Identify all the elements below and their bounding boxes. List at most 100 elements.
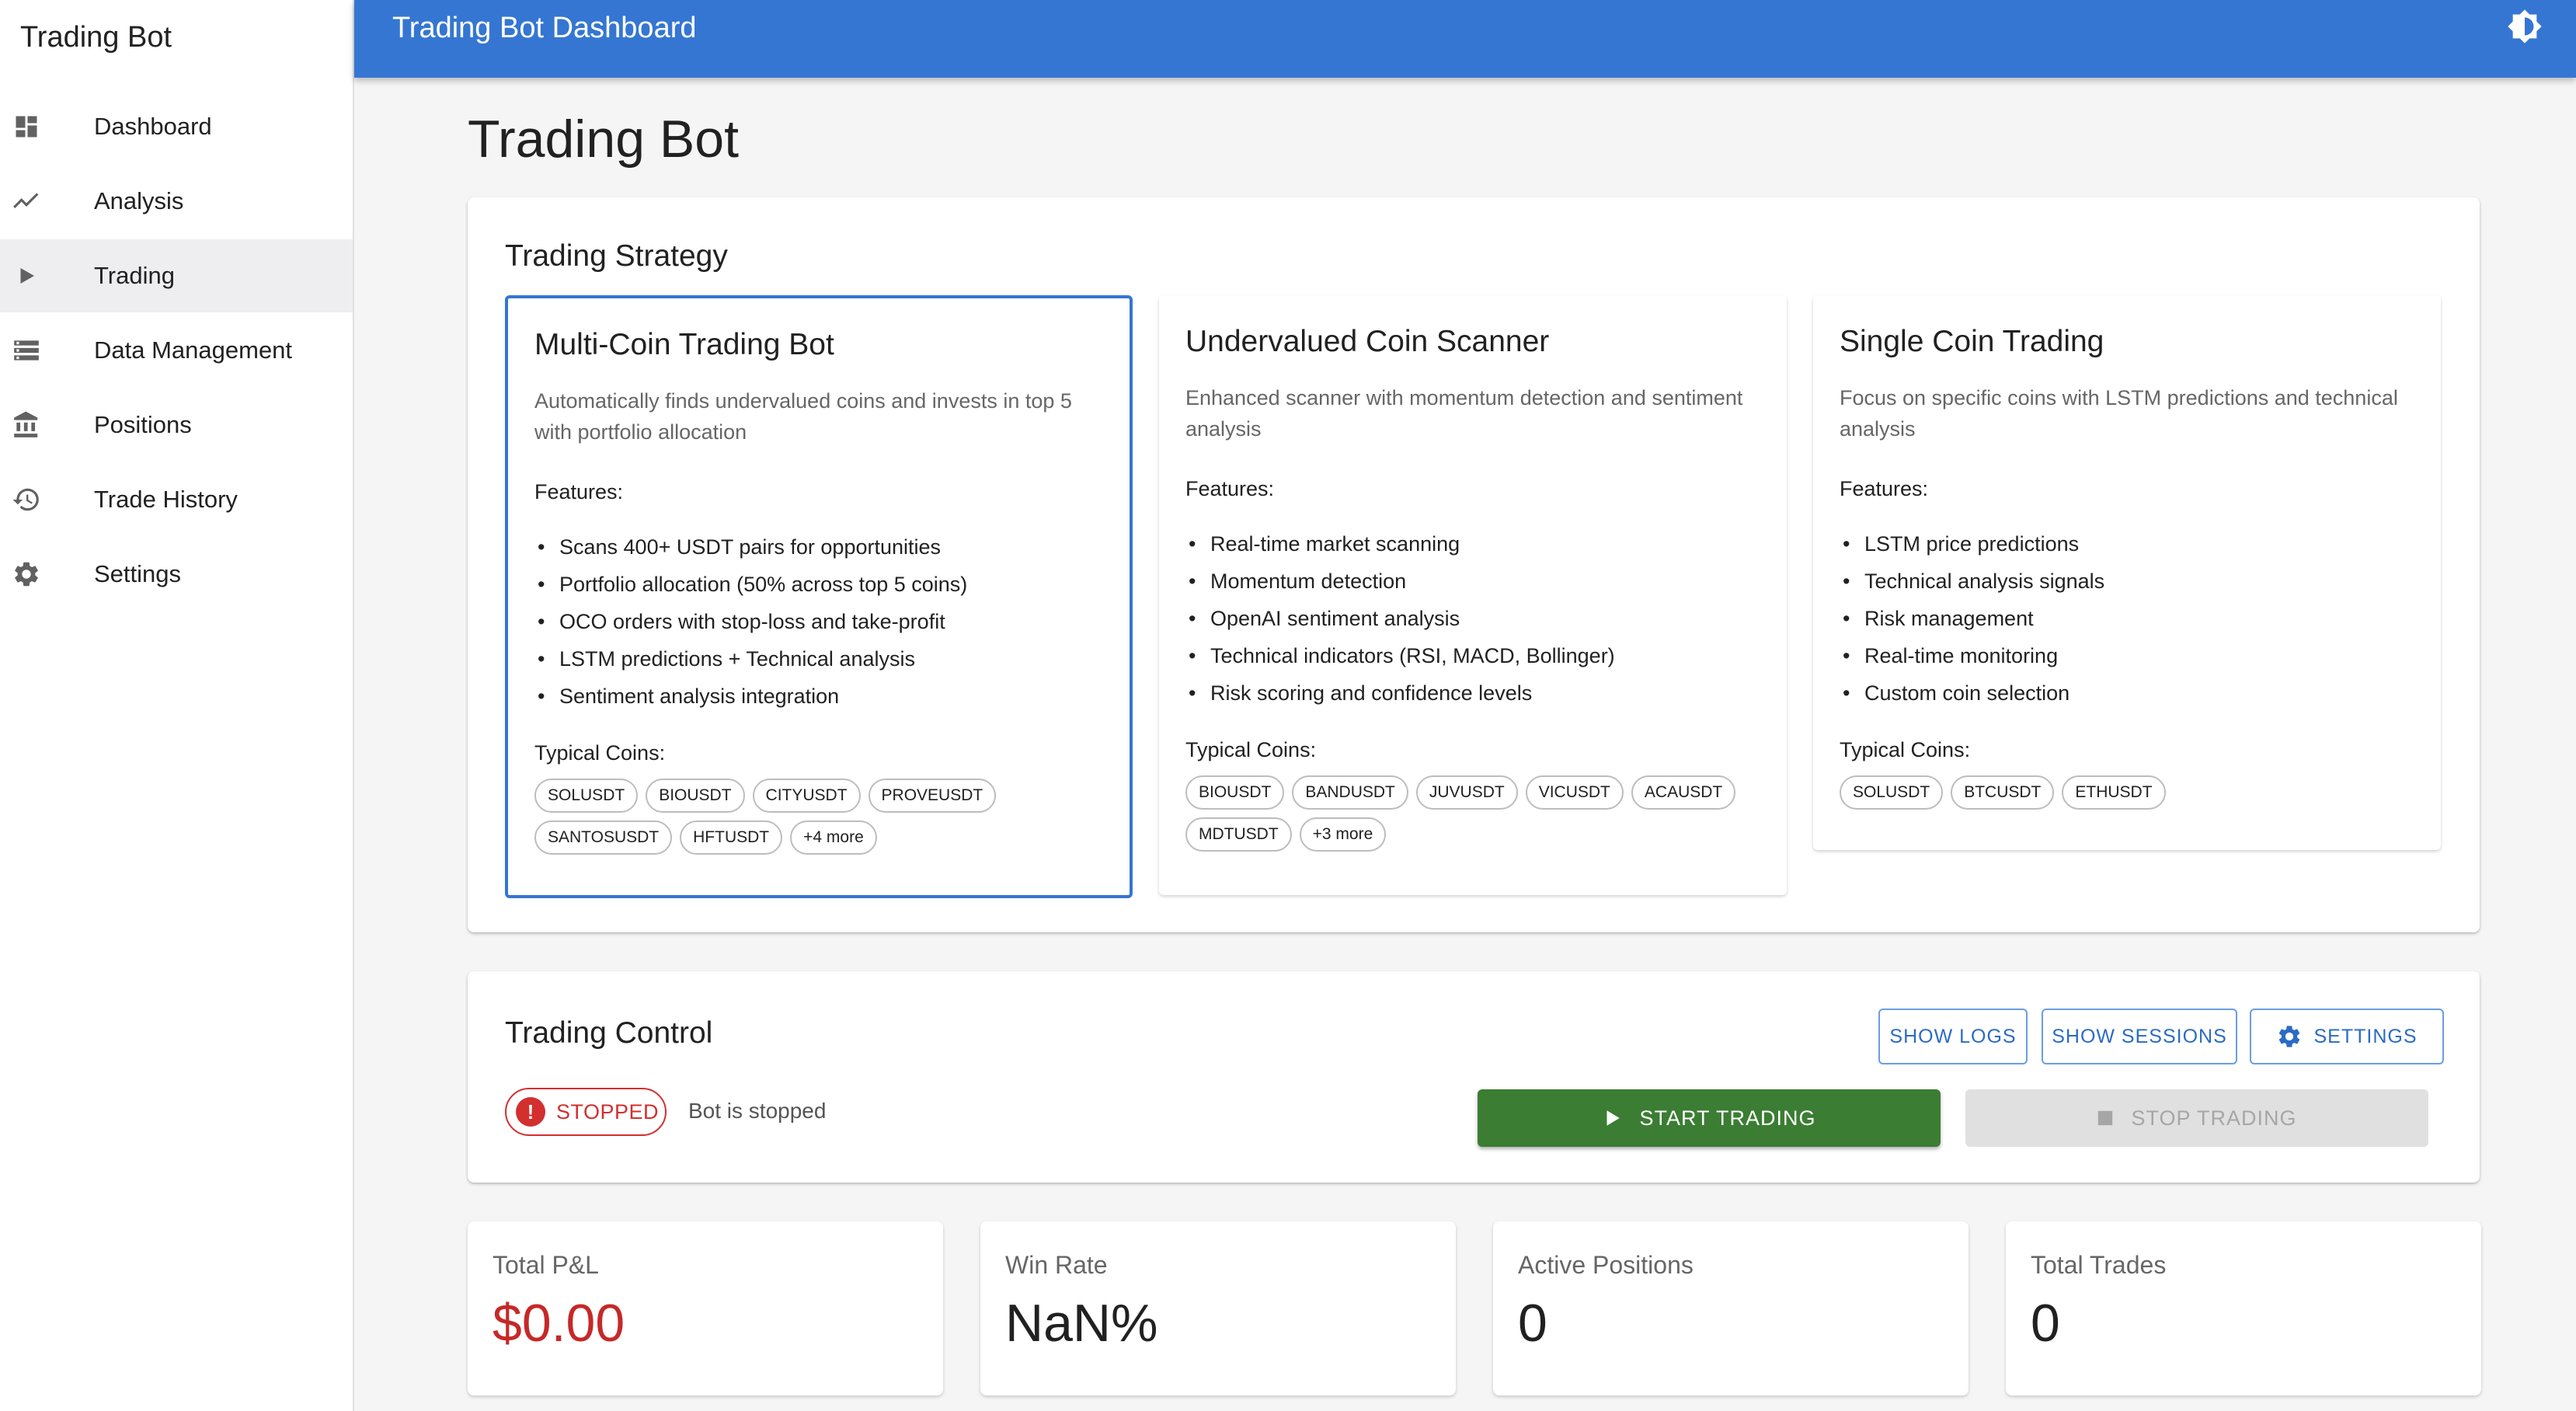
list-item: Sentiment analysis integration bbox=[534, 678, 967, 715]
stat-label: Active Positions bbox=[1518, 1251, 1694, 1279]
gear-icon bbox=[2276, 1023, 2303, 1050]
more-coins-chip[interactable]: +4 more bbox=[790, 820, 877, 855]
coin-chip[interactable]: VICUSDT bbox=[1525, 775, 1624, 810]
trading-control-panel: Trading Control SHOW LOGS SHOW SESSIONS … bbox=[468, 971, 2480, 1183]
strategy-card-multi-coin[interactable]: Multi-Coin Trading Bot Automatically fin… bbox=[505, 295, 1133, 898]
coin-chip[interactable]: SANTOSUSDT bbox=[534, 820, 673, 855]
sidebar-item-settings[interactable]: Settings bbox=[0, 538, 353, 611]
coin-chip-list: SOLUSDT BIOUSDT CITYUSDT PROVEUSDT SANTO… bbox=[534, 779, 1125, 855]
sidebar-item-label: Trade History bbox=[94, 486, 238, 513]
strategy-card-title: Multi-Coin Trading Bot bbox=[534, 328, 834, 361]
app-bar-title: Trading Bot Dashboard bbox=[392, 12, 697, 44]
coin-chip-list: SOLUSDT BTCUSDT ETHUSDT bbox=[1840, 775, 2430, 810]
coins-label: Typical Coins: bbox=[1840, 738, 1971, 761]
settings-button[interactable]: SETTINGS bbox=[2250, 1009, 2444, 1064]
stat-label: Total P&L bbox=[493, 1251, 599, 1279]
coin-chip-list: BIOUSDT BANDUSDT JUVUSDT VICUSDT ACAUSDT… bbox=[1185, 775, 1776, 852]
stop-trading-button[interactable]: STOP TRADING bbox=[1965, 1089, 2428, 1147]
sidebar-item-label: Settings bbox=[94, 560, 182, 587]
stat-card-total-trades: Total Trades 0 bbox=[2006, 1221, 2481, 1395]
sidebar-item-positions[interactable]: Positions bbox=[0, 388, 353, 462]
error-icon: ! bbox=[516, 1097, 545, 1127]
stat-card-active-positions: Active Positions 0 bbox=[1493, 1221, 1969, 1395]
strategy-card-description: Automatically finds undervalued coins an… bbox=[534, 389, 1072, 444]
coin-chip[interactable]: SOLUSDT bbox=[534, 779, 639, 813]
bank-icon bbox=[11, 409, 42, 441]
coin-chip[interactable]: BANDUSDT bbox=[1292, 775, 1408, 810]
status-badge: ! STOPPED bbox=[505, 1088, 667, 1136]
feature-list: Real-time market scanning Momentum detec… bbox=[1185, 525, 1615, 712]
coin-chip[interactable]: ETHUSDT bbox=[2062, 775, 2166, 810]
strategy-panel-title: Trading Strategy bbox=[505, 239, 728, 273]
start-trading-label: START TRADING bbox=[1639, 1106, 1816, 1130]
sidebar-item-data-management[interactable]: Data Management bbox=[0, 314, 353, 387]
coin-chip[interactable]: HFTUSDT bbox=[680, 820, 783, 855]
list-item: LSTM price predictions bbox=[1840, 525, 2104, 563]
status-badge-label: STOPPED bbox=[556, 1099, 660, 1124]
coin-chip[interactable]: ACAUSDT bbox=[1631, 775, 1736, 810]
app-bar: Trading Bot Dashboard bbox=[354, 0, 2576, 78]
coins-label: Typical Coins: bbox=[1185, 738, 1317, 761]
coin-chip[interactable]: BIOUSDT bbox=[646, 779, 745, 813]
play-icon bbox=[11, 260, 42, 291]
coin-chip[interactable]: SOLUSDT bbox=[1840, 775, 1944, 810]
strategy-card-single-coin[interactable]: Single Coin Trading Focus on specific co… bbox=[1813, 295, 2441, 850]
features-label: Features: bbox=[1185, 477, 1275, 500]
list-item: LSTM predictions + Technical analysis bbox=[534, 640, 967, 678]
features-label: Features: bbox=[534, 480, 624, 503]
stat-card-total-pnl: Total P&L $0.00 bbox=[468, 1221, 943, 1395]
sidebar-item-trade-history[interactable]: Trade History bbox=[0, 463, 353, 536]
sidebar-item-label: Analysis bbox=[94, 187, 184, 214]
trading-control-title: Trading Control bbox=[505, 1016, 713, 1050]
settings-button-label: SETTINGS bbox=[2313, 1025, 2418, 1047]
more-coins-chip[interactable]: +3 more bbox=[1299, 817, 1387, 852]
sidebar-item-label: Positions bbox=[94, 411, 192, 438]
stat-value: 0 bbox=[1518, 1294, 1547, 1353]
list-item: Technical indicators (RSI, MACD, Bolling… bbox=[1185, 637, 1615, 674]
page-title: Trading Bot bbox=[468, 110, 739, 169]
theme-toggle-button[interactable] bbox=[2506, 9, 2543, 47]
stop-trading-label: STOP TRADING bbox=[2131, 1106, 2297, 1130]
coin-chip[interactable]: MDTUSDT bbox=[1185, 817, 1292, 852]
strategy-card-undervalued-scanner[interactable]: Undervalued Coin Scanner Enhanced scanne… bbox=[1159, 295, 1787, 895]
coins-label: Typical Coins: bbox=[534, 741, 666, 765]
list-item: Risk scoring and confidence levels bbox=[1185, 674, 1615, 712]
gear-icon bbox=[11, 559, 42, 590]
strategy-card-title: Single Coin Trading bbox=[1840, 325, 2104, 358]
play-icon bbox=[1602, 1108, 1622, 1128]
coin-chip[interactable]: CITYUSDT bbox=[752, 779, 861, 813]
status-message: Bot is stopped bbox=[688, 1099, 827, 1123]
sidebar-item-trading[interactable]: Trading bbox=[0, 239, 353, 312]
features-label: Features: bbox=[1840, 477, 1929, 500]
feature-list: LSTM price predictions Technical analysi… bbox=[1840, 525, 2104, 712]
show-logs-button[interactable]: SHOW LOGS bbox=[1878, 1009, 2028, 1064]
stat-card-win-rate: Win Rate NaN% bbox=[980, 1221, 1456, 1395]
coin-chip[interactable]: BIOUSDT bbox=[1185, 775, 1285, 810]
stat-label: Total Trades bbox=[2031, 1251, 2167, 1279]
show-sessions-button[interactable]: SHOW SESSIONS bbox=[2042, 1009, 2237, 1064]
list-item: Momentum detection bbox=[1185, 563, 1615, 600]
stat-value: NaN% bbox=[1005, 1294, 1158, 1353]
dashboard-icon bbox=[11, 111, 42, 142]
list-item: OCO orders with stop-loss and take-profi… bbox=[534, 603, 967, 640]
storage-icon bbox=[11, 335, 42, 366]
stat-value: $0.00 bbox=[493, 1294, 625, 1353]
history-icon bbox=[11, 484, 42, 515]
sidebar-item-label: Trading bbox=[94, 262, 175, 289]
coin-chip[interactable]: PROVEUSDT bbox=[868, 779, 997, 813]
feature-list: Scans 400+ USDT pairs for opportunities … bbox=[534, 528, 967, 715]
sidebar-item-label: Dashboard bbox=[94, 113, 212, 140]
sidebar: Trading Bot Dashboard Analysis Trading D… bbox=[0, 0, 354, 1411]
list-item: Portfolio allocation (50% across top 5 c… bbox=[534, 566, 967, 603]
coin-chip[interactable]: BTCUSDT bbox=[1951, 775, 2055, 810]
list-item: Risk management bbox=[1840, 600, 2104, 637]
list-item: Real-time market scanning bbox=[1185, 525, 1615, 563]
list-item: OpenAI sentiment analysis bbox=[1185, 600, 1615, 637]
trending-icon bbox=[11, 186, 42, 217]
start-trading-button[interactable]: START TRADING bbox=[1478, 1089, 1941, 1147]
sidebar-item-dashboard[interactable]: Dashboard bbox=[0, 90, 353, 163]
stat-value: 0 bbox=[2031, 1294, 2060, 1353]
strategy-panel: Trading Strategy Multi-Coin Trading Bot … bbox=[468, 197, 2480, 932]
sidebar-item-analysis[interactable]: Analysis bbox=[0, 165, 353, 238]
coin-chip[interactable]: JUVUSDT bbox=[1415, 775, 1518, 810]
